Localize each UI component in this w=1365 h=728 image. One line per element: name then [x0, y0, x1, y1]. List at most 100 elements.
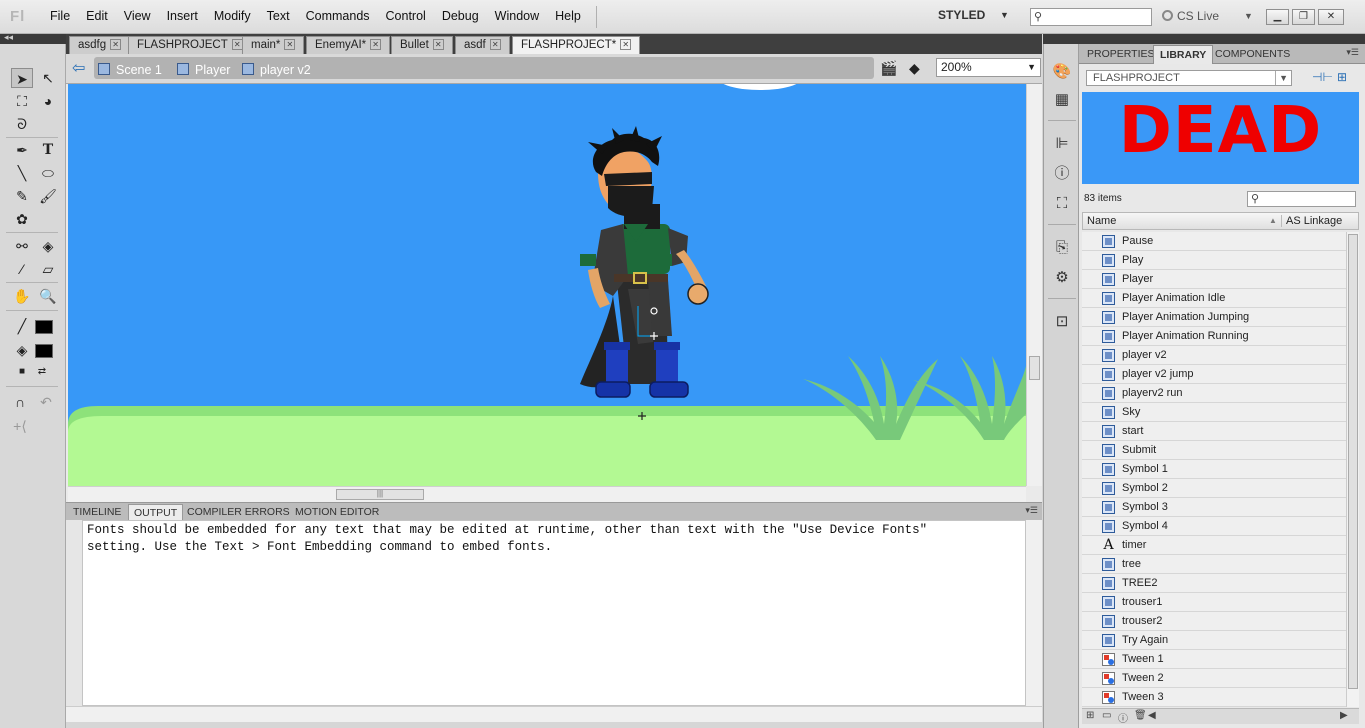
swap-colors-icon[interactable]: ⇄ — [31, 362, 53, 382]
close-icon[interactable]: ✕ — [620, 39, 632, 50]
chevron-down-icon[interactable]: ▼ — [1000, 10, 1009, 20]
column-name[interactable]: Name — [1087, 215, 1116, 227]
library-item[interactable]: trouser2 — [1082, 612, 1346, 631]
menu-window[interactable]: Window — [487, 9, 547, 23]
scrollbar-thumb[interactable] — [1348, 234, 1358, 689]
library-item[interactable]: Player Animation Running — [1082, 327, 1346, 346]
doc-tab[interactable]: EnemyAI* ✕ — [306, 36, 391, 54]
library-item[interactable]: Submit — [1082, 441, 1346, 460]
properties-icon[interactable]: ⓘ — [1118, 710, 1128, 725]
library-item[interactable]: Tween 3 — [1082, 688, 1346, 707]
panel-menu-icon[interactable]: ▾☰ — [1025, 505, 1038, 516]
tab-timeline[interactable]: TIMELINE — [68, 504, 126, 521]
menu-insert[interactable]: Insert — [159, 9, 206, 23]
free-transform-tool-icon[interactable]: ⛶ — [11, 91, 33, 111]
breadcrumb-scene[interactable]: Scene 1 — [98, 63, 162, 77]
doc-tab[interactable]: FLASHPROJECT ✕ — [128, 36, 252, 54]
player-character[interactable] — [580, 126, 709, 398]
close-icon[interactable]: ✕ — [432, 39, 444, 50]
output-vertical-scrollbar[interactable] — [1026, 520, 1042, 706]
menu-view[interactable]: View — [116, 9, 159, 23]
output-horizontal-scrollbar[interactable] — [66, 706, 1042, 722]
menu-control[interactable]: Control — [378, 9, 434, 23]
menu-modify[interactable]: Modify — [206, 9, 259, 23]
library-item[interactable]: Player — [1082, 270, 1346, 289]
library-item[interactable]: Player Animation Idle — [1082, 289, 1346, 308]
menu-debug[interactable]: Debug — [434, 9, 487, 23]
motion-presets-icon[interactable]: ⊡ — [1052, 312, 1072, 332]
bone-tool-icon[interactable]: ⚯ — [11, 236, 33, 256]
library-search-input[interactable]: ⚲ — [1247, 191, 1356, 207]
tools-panel-header[interactable]: ◂◂ — [0, 32, 66, 44]
doc-tab[interactable]: asdf ✕ — [455, 36, 510, 54]
eyedropper-tool-icon[interactable]: ⁄ — [11, 259, 33, 279]
pen-tool-icon[interactable]: ✒ — [11, 140, 33, 160]
subselection-tool-icon[interactable]: ↖ — [37, 68, 59, 88]
breadcrumb-symbol[interactable]: player v2 — [242, 63, 311, 77]
info-panel-icon[interactable]: ⓘ — [1052, 164, 1072, 184]
library-item[interactable]: Pause — [1082, 232, 1346, 251]
stage[interactable] — [68, 84, 1026, 486]
paint-bucket-tool-icon[interactable]: ◈ — [37, 236, 59, 256]
menu-help[interactable]: Help — [547, 9, 589, 23]
scroll-right-icon[interactable]: ▶ — [1340, 710, 1348, 721]
components-panel-icon[interactable]: ⚙ — [1052, 268, 1072, 288]
edit-symbols-icon[interactable]: ◆ — [909, 60, 920, 77]
close-icon[interactable]: ✕ — [110, 39, 122, 50]
library-item[interactable]: TREE2 — [1082, 574, 1346, 593]
doc-tab-active[interactable]: FLASHPROJECT* ✕ — [512, 36, 641, 54]
lasso-tool-icon[interactable]: ᘐ — [11, 114, 33, 134]
pin-library-icon[interactable]: ⊣⊢ — [1312, 70, 1333, 84]
library-item[interactable]: player v2 jump — [1082, 365, 1346, 384]
3d-rotation-tool-icon[interactable]: ◕ — [37, 91, 59, 111]
library-item[interactable]: Tween 2 — [1082, 669, 1346, 688]
dock-header[interactable] — [1043, 34, 1079, 44]
library-item[interactable]: Symbol 1 — [1082, 460, 1346, 479]
edit-scene-icon[interactable]: 🎬 — [880, 60, 897, 77]
brush-tool-icon[interactable]: 🖌 — [37, 186, 59, 206]
pencil-tool-icon[interactable]: ✎ — [11, 186, 33, 206]
minimize-button[interactable]: ▁ — [1266, 9, 1289, 25]
library-item[interactable]: Try Again — [1082, 631, 1346, 650]
library-document-select[interactable]: FLASHPROJECT ▼ — [1086, 70, 1292, 86]
help-search-input[interactable]: ⚲ — [1030, 8, 1152, 26]
new-library-panel-icon[interactable]: ⊞ — [1337, 70, 1347, 84]
delete-icon[interactable]: 🗑 — [1134, 710, 1147, 721]
scrollbar-thumb[interactable]: ||| — [336, 489, 424, 500]
column-linkage[interactable]: AS Linkage — [1281, 215, 1342, 227]
panel-menu-icon[interactable]: ▾☰ — [1346, 47, 1359, 58]
library-item[interactable]: player v2 — [1082, 346, 1346, 365]
close-icon[interactable]: ✕ — [370, 39, 382, 50]
stage-horizontal-scrollbar[interactable]: ||| — [68, 486, 1026, 502]
new-folder-icon[interactable]: ▭ — [1102, 710, 1111, 721]
stroke-color-swatch[interactable] — [35, 320, 53, 334]
default-colors-icon[interactable]: ■ — [11, 362, 33, 382]
library-scrollbar[interactable] — [1346, 232, 1359, 707]
eraser-tool-icon[interactable]: ▱ — [37, 259, 59, 279]
smooth-icon[interactable]: ↶ — [35, 392, 57, 412]
stage-vertical-scrollbar[interactable] — [1026, 84, 1042, 486]
close-icon[interactable]: ✕ — [284, 39, 296, 50]
cs-live-button[interactable]: CS Live — [1162, 9, 1219, 23]
selection-tool-icon[interactable]: ➤ — [11, 68, 33, 88]
zoom-tool-icon[interactable]: 🔍 — [37, 286, 59, 306]
sort-ascending-icon[interactable]: ▲ — [1269, 216, 1277, 225]
zoom-select[interactable]: 200% ▼ — [936, 58, 1041, 77]
doc-tab[interactable]: Bullet ✕ — [391, 36, 453, 54]
tab-motion-editor[interactable]: MOTION EDITOR — [290, 504, 384, 521]
line-tool-icon[interactable]: ╲ — [11, 163, 33, 183]
library-item[interactable]: Sky — [1082, 403, 1346, 422]
fill-color-swatch[interactable] — [35, 344, 53, 358]
scroll-left-icon[interactable]: ◀ — [1148, 710, 1156, 721]
library-item[interactable]: Symbol 3 — [1082, 498, 1346, 517]
straighten-icon[interactable]: +⟨ — [9, 416, 31, 436]
swatches-panel-icon[interactable]: ▦ — [1052, 90, 1072, 110]
close-icon[interactable]: ✕ — [489, 39, 501, 50]
collapse-icon[interactable]: ◂◂ — [4, 32, 13, 43]
library-item[interactable]: Atimer — [1082, 536, 1346, 555]
library-item[interactable]: Play — [1082, 251, 1346, 270]
restore-button[interactable]: ❐ — [1292, 9, 1315, 25]
new-symbol-icon[interactable]: ⊞ — [1086, 710, 1094, 721]
library-item[interactable]: start — [1082, 422, 1346, 441]
library-item[interactable]: Symbol 2 — [1082, 479, 1346, 498]
